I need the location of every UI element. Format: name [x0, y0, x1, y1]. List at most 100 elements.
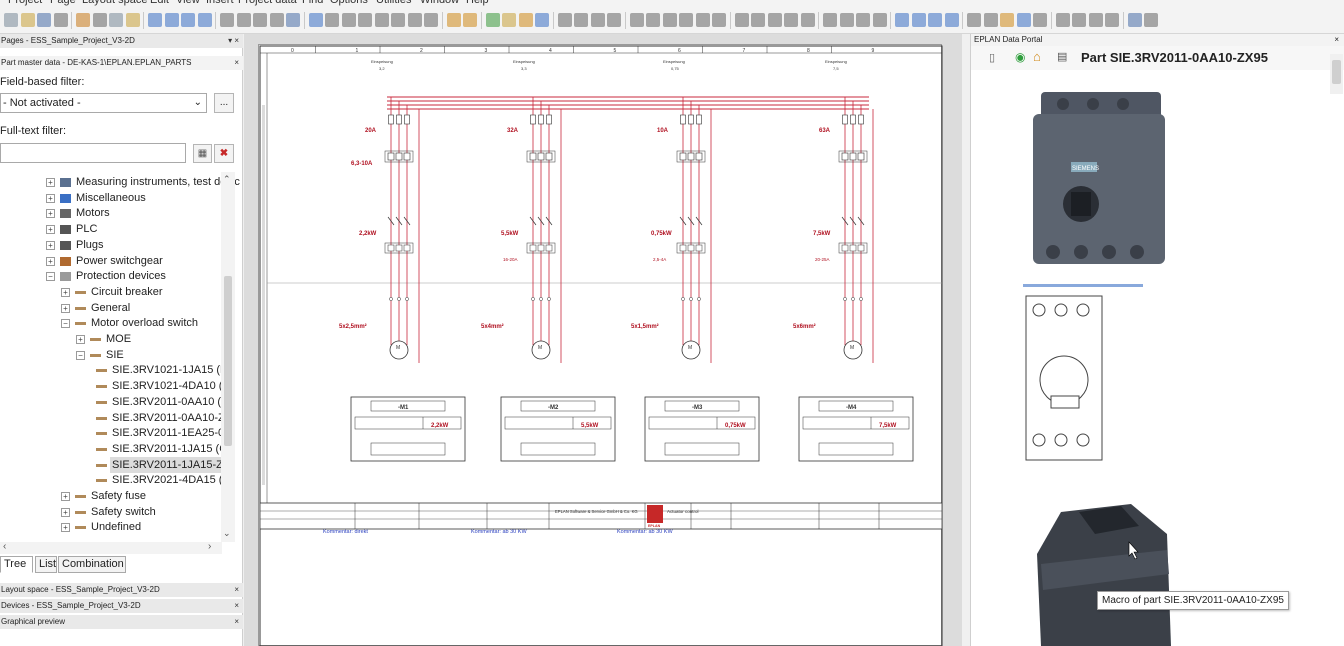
- diamond2-icon[interactable]: [751, 13, 765, 27]
- connect-icon[interactable]: [557, 13, 572, 27]
- panel-close-icon[interactable]: ×: [1334, 34, 1339, 46]
- tree-item[interactable]: SIE.3RV1021-4DA10 (M: [110, 378, 234, 394]
- tree-item[interactable]: SIE.3RV2011-1JA15-Z\: [110, 456, 228, 473]
- contact-icon[interactable]: [518, 13, 533, 27]
- report4-icon[interactable]: [1105, 13, 1119, 27]
- tree-item[interactable]: SIE.3RV1021-1JA15 (M: [110, 362, 231, 378]
- tree-item[interactable]: Power switchgear: [74, 253, 165, 269]
- tree-item[interactable]: PLC: [74, 221, 99, 237]
- tree-expander-icon[interactable]: +: [46, 240, 55, 250]
- document-icon[interactable]: ▯: [989, 51, 995, 64]
- undo-list-icon[interactable]: [181, 13, 195, 27]
- preview2-icon[interactable]: [1144, 13, 1158, 27]
- window-icon[interactable]: [236, 13, 251, 27]
- rotate-icon[interactable]: [463, 13, 477, 27]
- home-icon[interactable]: ⌂: [1033, 49, 1041, 64]
- tree-item[interactable]: Miscellaneous: [74, 190, 148, 206]
- tree-expander-icon[interactable]: +: [46, 178, 55, 187]
- devices-panel-header[interactable]: Devices - ESS_Sample_Project_V3-2D ×: [0, 599, 243, 613]
- wire-icon[interactable]: [823, 13, 837, 27]
- arc-icon[interactable]: [407, 13, 422, 27]
- angle-icon[interactable]: [607, 13, 621, 27]
- print-icon[interactable]: [53, 13, 68, 27]
- insert-icon[interactable]: [325, 13, 339, 27]
- corner-icon[interactable]: [590, 13, 605, 27]
- tree-item[interactable]: SIE.3RV2011-1EA25-0: [110, 425, 226, 441]
- diamond3-icon[interactable]: [767, 13, 782, 27]
- cable4-icon[interactable]: [944, 13, 959, 27]
- portal-scrollbar[interactable]: [1330, 54, 1343, 94]
- cable-icon[interactable]: [895, 13, 909, 27]
- apply-filter-icon[interactable]: ▦: [193, 144, 212, 163]
- box4-icon[interactable]: [679, 13, 693, 27]
- panel-close-icon[interactable]: ×: [234, 599, 239, 613]
- panel-close-icon[interactable]: ×: [234, 583, 239, 597]
- report-icon[interactable]: [1055, 13, 1070, 27]
- refresh-icon[interactable]: ◉: [1015, 50, 1025, 64]
- tree-horizontal-scrollbar[interactable]: ‹ ›: [0, 541, 222, 554]
- monitor-icon[interactable]: [286, 13, 300, 27]
- schematic-page[interactable]: 0 1 2 3 4 5 6 7 8 9 Einspeisung 3,2 20A 6,3-10A 2,2kW 5…: [258, 44, 943, 646]
- tree-expander-icon[interactable]: +: [61, 507, 70, 517]
- menu-insert[interactable]: Insert: [206, 0, 234, 6]
- plc-card-icon[interactable]: [1016, 13, 1031, 27]
- tree-vertical-scrollbar[interactable]: ⌃ ⌄: [221, 172, 235, 542]
- tree-item[interactable]: SIE.3RV2011-0AA10-Z: [110, 410, 227, 426]
- tree-item[interactable]: Protection devices: [74, 268, 168, 284]
- schematic-drawing[interactable]: 0 1 2 3 4 5 6 7 8 9 Einspeisung 3,2 20A 6,3-10A 2,2kW 5…: [259, 45, 943, 646]
- pages-panel-header[interactable]: Pages - ESS_Sample_Project_V3-2D ▾ ×: [0, 34, 243, 48]
- menu-utilities[interactable]: Utilities: [376, 0, 411, 6]
- polyline-icon[interactable]: [358, 13, 372, 27]
- list-view-icon[interactable]: ▤: [1057, 50, 1067, 63]
- tree-item[interactable]: SIE.3RV2011-1JA15 (C: [110, 441, 229, 457]
- device-icon[interactable]: [502, 13, 516, 27]
- circle-icon[interactable]: [391, 13, 405, 27]
- field-filter-more-button[interactable]: ...: [214, 93, 234, 113]
- menu-project-data[interactable]: Project data: [238, 0, 297, 6]
- tree-item[interactable]: SIE.3RV2021-4DA15 (C: [110, 472, 232, 488]
- tab-list[interactable]: List: [35, 556, 57, 573]
- scroll-thumb[interactable]: [1332, 60, 1341, 84]
- box5-icon[interactable]: [695, 13, 710, 27]
- report2-icon[interactable]: [1072, 13, 1086, 27]
- menu-edit[interactable]: Edit: [150, 0, 169, 6]
- plc-box-icon[interactable]: [1033, 13, 1047, 27]
- menu-help[interactable]: Help: [466, 0, 489, 6]
- save-icon[interactable]: [37, 13, 51, 27]
- location-icon[interactable]: [967, 13, 981, 27]
- tree-item[interactable]: Undefined: [89, 519, 143, 535]
- panel-controls-icon[interactable]: ▾ ×: [228, 34, 239, 48]
- diamond-icon[interactable]: [734, 13, 749, 27]
- tree-item[interactable]: General: [89, 300, 132, 316]
- menu-window[interactable]: Window: [420, 0, 459, 6]
- select-icon[interactable]: [308, 13, 323, 27]
- menu-find[interactable]: Find: [302, 0, 323, 6]
- diamond4-icon[interactable]: [784, 13, 798, 27]
- layout-space-panel-header[interactable]: Layout space - ESS_Sample_Project_V3-2D …: [0, 583, 243, 597]
- break-icon[interactable]: [574, 13, 588, 27]
- cable2-icon[interactable]: [911, 13, 926, 27]
- tree-item[interactable]: Safety fuse: [89, 488, 148, 504]
- menu-view[interactable]: View: [176, 0, 200, 6]
- preview-icon[interactable]: [1127, 13, 1142, 27]
- tree-item[interactable]: SIE: [104, 347, 126, 363]
- menu-page[interactable]: Page: [50, 0, 76, 6]
- info-icon[interactable]: [800, 13, 815, 27]
- open-icon[interactable]: [20, 13, 35, 27]
- scroll-thumb[interactable]: [224, 276, 232, 446]
- wire3-icon[interactable]: [856, 13, 870, 27]
- zoom-icon[interactable]: [269, 13, 284, 27]
- symbol-icon[interactable]: [485, 13, 500, 27]
- tree-item[interactable]: Motors: [74, 205, 112, 221]
- tree-item[interactable]: MOE: [104, 331, 133, 347]
- line-icon[interactable]: [341, 13, 356, 27]
- tree-item[interactable]: Circuit breaker: [89, 284, 165, 300]
- scroll-down-icon[interactable]: ⌄: [223, 528, 231, 539]
- box3-icon[interactable]: [662, 13, 677, 27]
- menu-project[interactable]: Project: [8, 0, 42, 6]
- box2-icon[interactable]: [646, 13, 660, 27]
- field-filter-select[interactable]: - Not activated - ⌄: [0, 93, 207, 113]
- move-icon[interactable]: [446, 13, 461, 27]
- scroll-up-icon[interactable]: ⌃: [223, 174, 231, 185]
- scroll-right-icon[interactable]: ›: [208, 541, 211, 552]
